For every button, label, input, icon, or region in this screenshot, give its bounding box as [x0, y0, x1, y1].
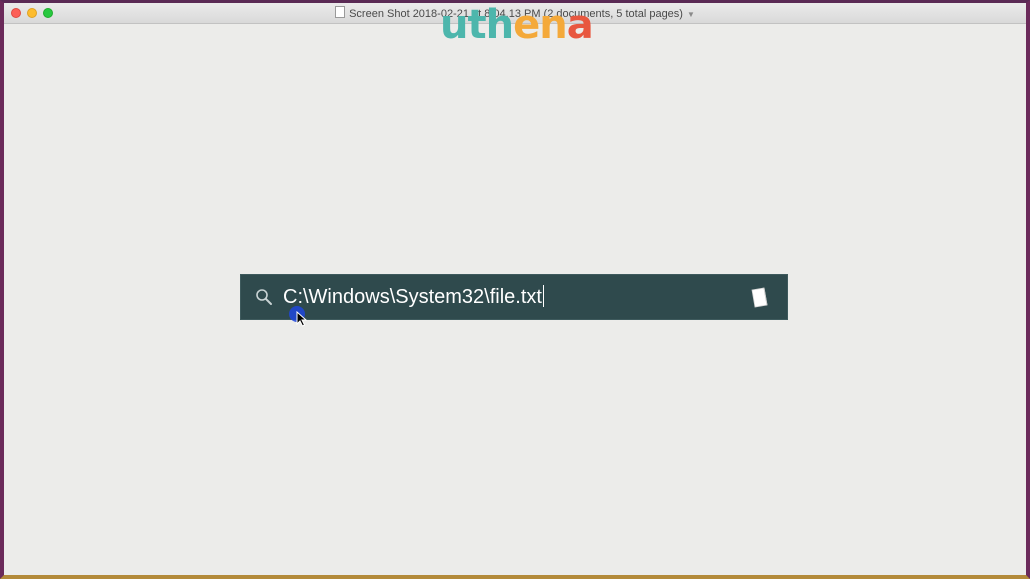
logo-letter: u — [440, 2, 469, 48]
spotlight-search-bar[interactable]: C:\Windows\System32\file.txt — [240, 274, 788, 320]
logo-letter: e — [513, 2, 540, 48]
text-caret — [542, 285, 544, 307]
logo-letter: h — [485, 2, 515, 48]
chevron-down-icon[interactable]: ▼ — [687, 10, 695, 19]
notes-document-icon[interactable] — [749, 287, 769, 309]
spotlight-query-input[interactable]: C:\Windows\System32\file.txt — [283, 285, 544, 309]
mouse-pointer-icon — [296, 311, 308, 327]
search-icon — [256, 289, 272, 305]
logo-letter: t — [467, 2, 486, 48]
logo-letter: a — [566, 2, 594, 48]
app-window: Screen Shot 2018-02-21 at 8.04.13 PM (2 … — [0, 0, 1030, 579]
watermark-logo: uthena — [440, 2, 594, 48]
document-icon — [335, 6, 346, 18]
spotlight-query-text: C:\Windows\System32\file.txt — [283, 286, 542, 308]
logo-letter: n — [539, 2, 568, 48]
